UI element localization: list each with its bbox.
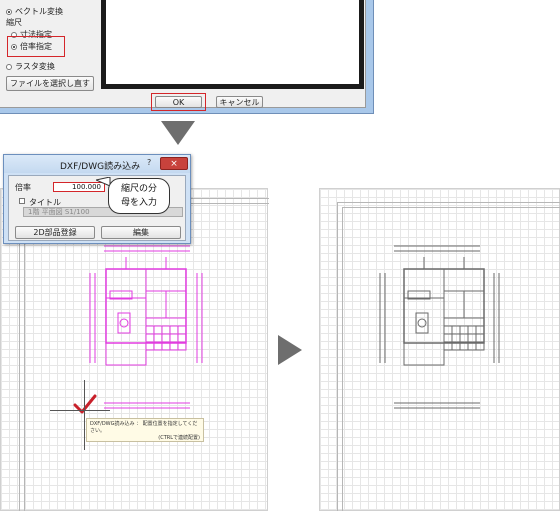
placed-floor-plan-gray — [379, 245, 500, 409]
raster-convert-option[interactable]: ラスタ変換 — [6, 61, 55, 72]
raster-convert-label: ラスタ変換 — [15, 62, 55, 71]
step-arrow-right-icon — [278, 335, 302, 365]
placement-status-tooltip: DXF/DWG読み込み ： 配置位置を指定してください。 (CTRLで連続配置) — [86, 418, 204, 442]
checkmark-icon — [73, 394, 97, 414]
title-checkbox[interactable] — [19, 198, 25, 204]
close-button[interactable]: × — [160, 157, 188, 170]
scale-callout-bubble: 縮尺の分 母を入力 — [108, 178, 170, 214]
vector-convert-label: ベクトル変換 — [15, 7, 63, 16]
help-button[interactable]: ? — [147, 158, 151, 167]
conversion-options-panel: ベクトル変換 縮尺 寸法指定 倍率指定 ラスタ変換 ファイルを選択し直す — [0, 0, 98, 104]
status-line-2: (CTRLで連続配置) — [158, 435, 200, 441]
callout-line-2: 母を入力 — [120, 198, 157, 208]
radio-icon — [6, 63, 12, 70]
scale-heading: 縮尺 — [6, 17, 22, 28]
cursor-crosshair-horizontal — [50, 410, 110, 411]
callout-line-1: 縮尺の分 — [120, 184, 157, 194]
preview-area — [101, 0, 364, 89]
cancel-button[interactable]: キャンセル — [216, 96, 263, 108]
import-options-dialog: ベクトル変換 縮尺 寸法指定 倍率指定 ラスタ変換 ファイルを選択し直す OK … — [0, 0, 374, 114]
scale-heading-label: 縮尺 — [6, 18, 22, 27]
dialog-body: ベクトル変換 縮尺 寸法指定 倍率指定 ラスタ変換 ファイルを選択し直す OK … — [0, 0, 366, 111]
step-arrow-down-icon — [161, 121, 195, 145]
vector-convert-option[interactable]: ベクトル変換 — [6, 6, 63, 17]
dialog-titlebar[interactable]: DXF/DWG読み込み ? × — [4, 155, 190, 173]
ratio-highlight-box — [7, 36, 65, 57]
dialog-title: DXF/DWG読み込み — [60, 162, 141, 172]
edit-button[interactable]: 編集 — [101, 226, 181, 239]
register-2d-part-button[interactable]: 2D部品登録 — [15, 226, 95, 239]
radio-icon — [6, 8, 12, 15]
cursor-crosshair-vertical — [84, 380, 85, 450]
imported-floor-plan-magenta — [89, 245, 203, 409]
scale-label: 倍率 — [15, 183, 31, 192]
ok-highlight-box — [151, 93, 206, 111]
status-line-1: DXF/DWG読み込み ： 配置位置を指定してください。 — [90, 421, 198, 434]
reselect-file-button[interactable]: ファイルを選択し直す — [6, 76, 94, 91]
